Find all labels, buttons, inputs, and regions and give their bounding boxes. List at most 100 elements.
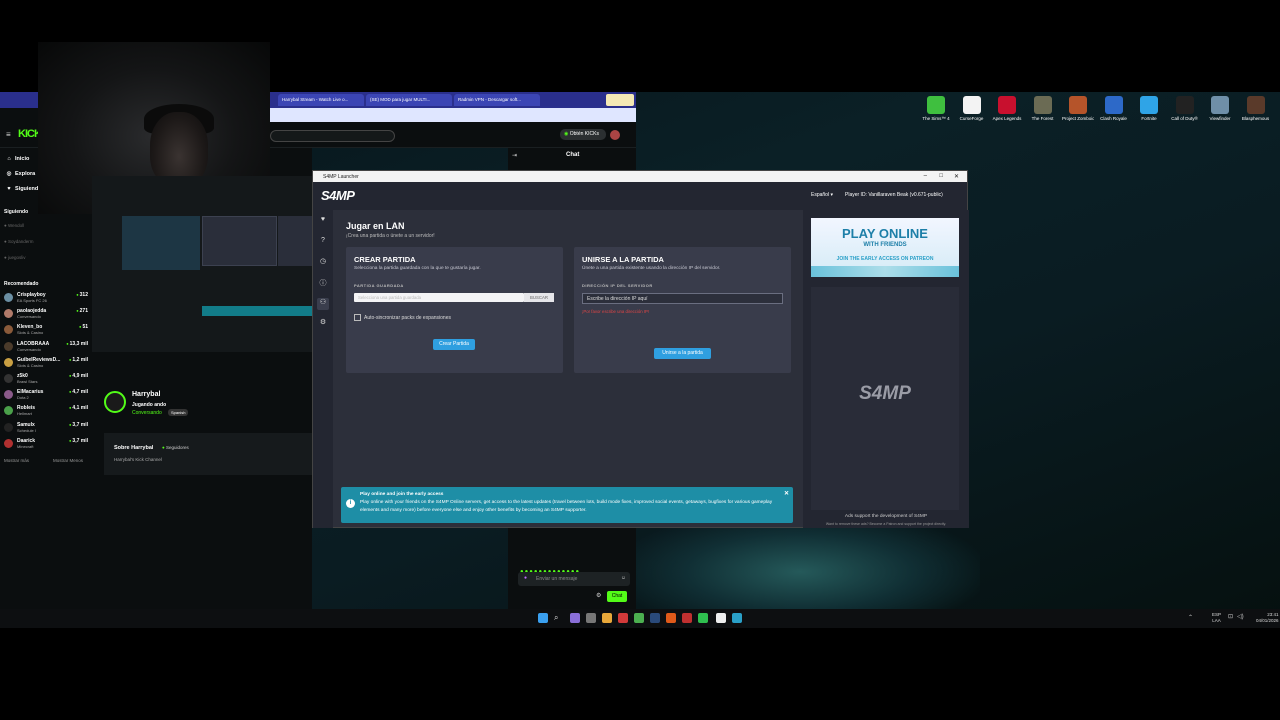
windows-taskbar: ⌕ ⌃ ESP LAA ⊡ ◁) 23:41 04/01/2026 xyxy=(0,609,1280,628)
join-title: UNIRSE A LA PARTIDA xyxy=(582,255,664,264)
app-icon xyxy=(1033,96,1052,114)
browser-tab[interactable]: Radmin VPN - Descargar soft... xyxy=(454,94,540,106)
app-icon xyxy=(927,96,945,114)
info-icon[interactable]: ⓘ xyxy=(317,278,329,290)
desktop-icon[interactable]: CurseForge xyxy=(956,96,988,121)
recommended-channel[interactable]: Kleven_boSlots & Casino51 xyxy=(4,323,88,337)
player-id: Player ID: Vanillaraven Beak (v0.671-pub… xyxy=(845,192,943,198)
recommended-channel[interactable]: CrisplayboyEA Sports FC 26312 xyxy=(4,291,88,305)
app-icon[interactable] xyxy=(618,613,628,623)
browser-window-controls[interactable] xyxy=(606,94,634,106)
auto-sync-label: Auto-sincronizar packs de expansiones xyxy=(364,315,451,321)
recommended-channel[interactable]: LACOBRAAAConversando13,3 mil xyxy=(4,340,88,354)
recommended-channel[interactable]: RobleisHellmart4,1 mil xyxy=(4,404,88,418)
heart-icon[interactable]: ♥ xyxy=(317,216,329,228)
desktop-icon[interactable]: Apex Legends xyxy=(991,96,1023,121)
close-icon[interactable]: ✕ xyxy=(954,173,959,180)
file-explorer-icon[interactable] xyxy=(602,613,612,623)
windows-start-icon[interactable] xyxy=(538,613,548,623)
chevron-up-icon[interactable]: ⌃ xyxy=(1188,614,1193,621)
app-icon[interactable] xyxy=(666,613,676,623)
settings-icon[interactable]: ⚙ xyxy=(317,318,329,330)
stream-video-player[interactable] xyxy=(92,176,312,352)
search-icon[interactable]: ⌕ xyxy=(554,613,564,623)
close-icon[interactable]: ✕ xyxy=(784,490,789,498)
stream-category[interactable]: Conversando xyxy=(132,410,162,416)
join-game-button[interactable]: Unirse a la partida xyxy=(654,348,711,359)
about-panel: Sobre Harrybal ● Seguidores Harrybal's K… xyxy=(104,433,312,475)
language-tag[interactable]: Spanish xyxy=(168,409,189,416)
desktop-icon[interactable]: Call of Duty® xyxy=(1169,96,1201,121)
browser-address-bar[interactable] xyxy=(270,108,636,122)
gear-icon[interactable]: ⚙ xyxy=(596,592,601,599)
app-icon[interactable] xyxy=(698,613,708,623)
volume-icon[interactable]: ◁) xyxy=(1237,613,1244,620)
streamer-name[interactable]: Harrybal xyxy=(132,391,160,398)
sidebar-item-explora[interactable]: ◎ Explora xyxy=(6,171,36,177)
minimize-icon[interactable]: – xyxy=(924,173,927,179)
patreon-ad[interactable]: PLAY ONLINE WITH FRIENDS JOIN THE EARLY … xyxy=(811,218,959,277)
streamer-avatar[interactable] xyxy=(104,391,126,413)
desktop-icon[interactable]: The Forest xyxy=(1027,96,1059,121)
channel-category: Schedule I xyxy=(17,427,36,433)
about-title: Sobre Harrybal xyxy=(114,445,154,451)
avatar[interactable] xyxy=(610,130,620,140)
language-indicator[interactable]: ESP LAA xyxy=(1212,612,1221,624)
auto-sync-checkbox[interactable] xyxy=(354,314,361,321)
app-icon xyxy=(1246,96,1265,114)
browser-tab[interactable]: Harrybal Stream - Watch Live o... xyxy=(278,94,364,106)
create-game-panel: CREAR PARTIDA Selecciona la partida guar… xyxy=(346,247,563,373)
collapse-chat-icon[interactable]: ⇥ xyxy=(512,152,517,159)
chat-send-button[interactable]: Chat xyxy=(607,591,627,602)
desktop-icon[interactable]: Viewfinder xyxy=(1204,96,1236,121)
page-title: Jugar en LAN xyxy=(346,221,405,231)
app-icon[interactable] xyxy=(716,613,726,623)
chat-input[interactable]: ● Enviar un mensaje ☺ xyxy=(518,572,630,586)
saved-game-input[interactable]: Selecciona una partida guardada xyxy=(354,293,524,302)
desktop-icon[interactable]: Project Zomboid xyxy=(1062,96,1094,121)
copilot-icon[interactable] xyxy=(570,613,580,623)
mic-icon[interactable]: ● xyxy=(524,575,527,581)
menu-icon[interactable]: ≡ xyxy=(6,130,11,139)
clock-icon[interactable]: ◷ xyxy=(317,257,329,269)
following-item[interactable]: ● juegosliv xyxy=(4,255,25,260)
browse-button[interactable]: BUSCAR xyxy=(524,293,554,302)
sidebar-item-inicio[interactable]: ⌂ Inicio xyxy=(6,156,29,162)
s4mp-placeholder-logo: S4MP xyxy=(859,383,911,404)
app-icon[interactable] xyxy=(682,613,692,623)
chrome-icon[interactable] xyxy=(634,613,644,623)
following-item[interactable]: ● Soydanderm xyxy=(4,239,33,244)
help-icon[interactable]: ? xyxy=(317,237,329,249)
maximize-icon[interactable]: □ xyxy=(939,173,943,179)
show-less-link[interactable]: Mostrar Menos xyxy=(53,458,83,463)
recommended-channel[interactable]: DaarickMinecraft3,7 mil xyxy=(4,437,88,451)
recommended-channel[interactable]: ElMacariusDota 24,7 mil xyxy=(4,388,88,402)
create-game-button[interactable]: Crear Partida xyxy=(433,339,475,350)
emote-bar[interactable]: ●●●●●●●●●●●●● xyxy=(520,560,628,575)
recommended-channel[interactable]: GuibelReviewsD...Slots & Casino1,2 mil xyxy=(4,356,88,370)
lan-users-icon[interactable]: ⚇ xyxy=(317,298,329,310)
desktop-icon[interactable]: Clash Royale xyxy=(1098,96,1130,121)
show-more-link[interactable]: Mostrar más xyxy=(4,458,29,463)
sidebar-item-siguiendo[interactable]: ♥ Siguiendo xyxy=(6,186,41,192)
vpn-icon[interactable] xyxy=(732,613,742,623)
recommended-channel[interactable]: z5k0Brawl Stars4,9 mil xyxy=(4,372,88,386)
network-icon[interactable]: ⊡ xyxy=(1228,613,1233,620)
clock[interactable]: 23:41 04/01/2026 xyxy=(1256,612,1279,624)
following-item[interactable]: ● Wendoll xyxy=(4,223,24,228)
search-input[interactable] xyxy=(270,130,395,142)
language-selector[interactable]: Español ▾ xyxy=(811,192,833,198)
recommended-channel[interactable]: paolaojeddaConversando271 xyxy=(4,307,88,321)
desktop-icon[interactable]: Blasphemous xyxy=(1240,96,1272,121)
server-ip-input[interactable]: Escribe la dirección IP aquí xyxy=(582,293,783,304)
browser-tab[interactable]: (SE) MOD para jugar MULTI... xyxy=(366,94,452,106)
steam-icon[interactable] xyxy=(650,613,660,623)
taskview-icon[interactable] xyxy=(586,613,596,623)
desktop-icon[interactable]: Fortnite xyxy=(1133,96,1165,121)
desktop-icon[interactable]: The Sims™ 4 xyxy=(920,96,952,121)
desktop-icon-label: Viewfinder xyxy=(1209,116,1231,121)
get-kicks-button[interactable]: ◉ Obtén KICKs xyxy=(560,129,606,140)
recommended-channel[interactable]: SamulxSchedule I3,7 mil xyxy=(4,421,88,435)
viewer-count: 271 xyxy=(76,308,88,314)
emoji-icon[interactable]: ☺ xyxy=(621,575,626,581)
